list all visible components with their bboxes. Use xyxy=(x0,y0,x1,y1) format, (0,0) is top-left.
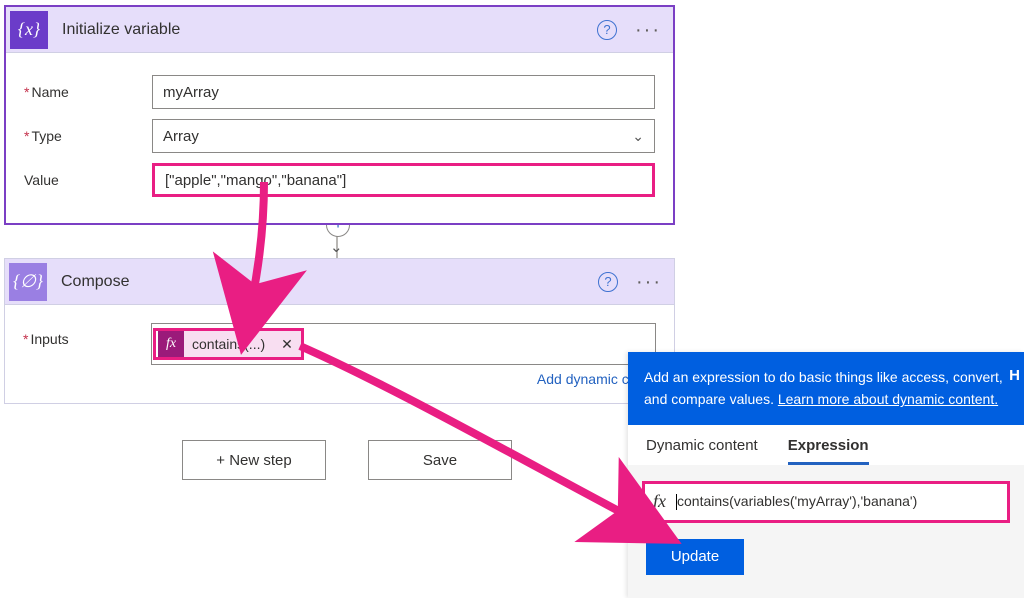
type-select[interactable]: Array ⌄ xyxy=(152,119,655,153)
expression-input[interactable]: fx contains(variables('myArray'),'banana… xyxy=(642,481,1010,523)
card-compose: {∅} Compose ? ··· *Inputs fx contains(..… xyxy=(4,258,675,404)
chevron-down-icon: ⌄ xyxy=(632,128,644,145)
truncated-text: H xyxy=(1009,367,1020,384)
expression-tabs: Dynamic content Expression xyxy=(628,425,1024,465)
card-header[interactable]: {∅} Compose ? ··· xyxy=(5,259,674,305)
compose-icon: {∅} xyxy=(9,263,47,301)
more-menu-button[interactable]: ··· xyxy=(636,277,662,287)
fx-icon: fx xyxy=(158,331,184,357)
fx-icon: fx xyxy=(645,491,676,512)
learn-more-link[interactable]: Learn more about dynamic content. xyxy=(778,391,998,407)
help-icon[interactable]: ? xyxy=(597,20,617,40)
name-input[interactable]: myArray xyxy=(152,75,655,109)
variable-icon: {x} xyxy=(10,11,48,49)
tab-dynamic-content[interactable]: Dynamic content xyxy=(646,437,758,465)
chevron-down-icon: ⌄ xyxy=(330,238,343,256)
inputs-field[interactable]: fx contains(...) ✕ xyxy=(151,323,656,365)
value-input[interactable]: ["apple","mango","banana"] xyxy=(152,163,655,197)
card-initialize-variable: {x} Initialize variable ? ··· *Name myAr… xyxy=(4,5,675,225)
expression-token[interactable]: fx contains(...) ✕ xyxy=(158,331,301,357)
help-icon[interactable]: ? xyxy=(598,272,618,292)
value-label: Value xyxy=(24,172,152,188)
type-label: *Type xyxy=(24,128,152,144)
add-dynamic-content-link[interactable]: Add dynamic conte xyxy=(23,371,656,387)
card-title: Compose xyxy=(61,273,129,291)
new-step-button[interactable]: + New step xyxy=(182,440,326,480)
token-label: contains(...) xyxy=(184,336,273,352)
name-label: *Name xyxy=(24,84,152,100)
inputs-label: *Inputs xyxy=(23,323,151,347)
expression-panel: Add an expression to do basic things lik… xyxy=(628,352,1024,598)
expression-help-text: Add an expression to do basic things lik… xyxy=(628,352,1024,425)
token-remove-button[interactable]: ✕ xyxy=(273,336,301,353)
save-button[interactable]: Save xyxy=(368,440,512,480)
annotation-highlight: fx contains(...) ✕ xyxy=(153,328,304,360)
card-title: Initialize variable xyxy=(62,21,180,39)
expression-text: contains(variables('myArray'),'banana') xyxy=(676,493,1007,510)
tab-expression[interactable]: Expression xyxy=(788,437,869,465)
more-menu-button[interactable]: ··· xyxy=(635,25,661,35)
card-header[interactable]: {x} Initialize variable ? ··· xyxy=(6,7,673,53)
update-button[interactable]: Update xyxy=(646,539,744,575)
footer-buttons: + New step Save xyxy=(182,440,512,480)
